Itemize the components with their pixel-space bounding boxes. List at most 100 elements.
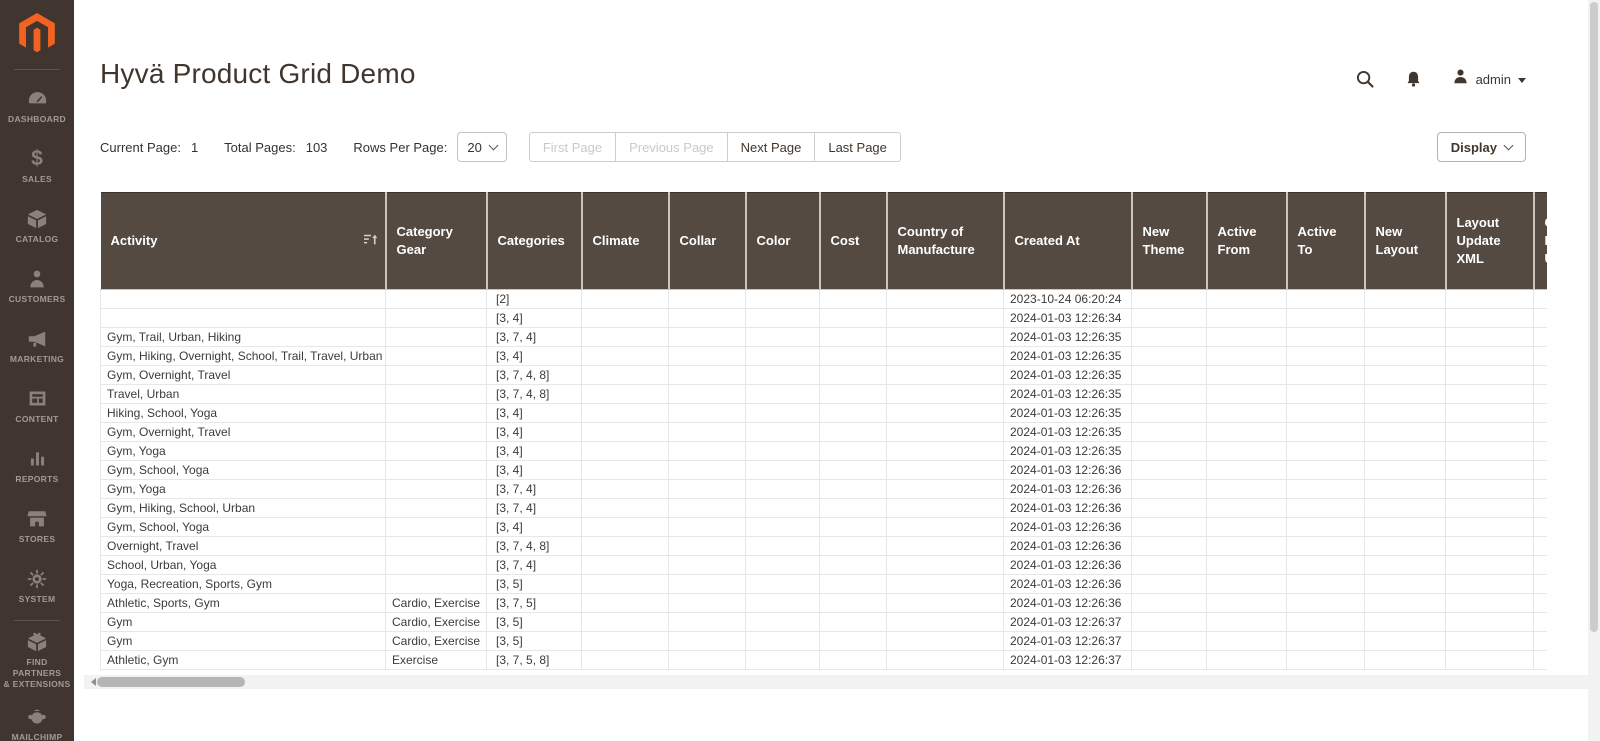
horizontal-scrollbar-thumb[interactable] bbox=[97, 677, 245, 687]
column-header-created-at[interactable]: Created At bbox=[1003, 192, 1133, 290]
column-header-custom-layout-update[interactable]: Custom Layout Update bbox=[1533, 192, 1547, 290]
cell-layout-update-xml bbox=[1445, 650, 1534, 670]
cell-active-to bbox=[1286, 308, 1365, 328]
column-header-cost[interactable]: Cost bbox=[819, 192, 888, 290]
column-header-new-layout[interactable]: New Layout bbox=[1364, 192, 1447, 290]
column-header-country-of-manufacture[interactable]: Country of Manufacture bbox=[886, 192, 1005, 290]
sidebar-item-system[interactable]: SYSTEM bbox=[0, 556, 74, 616]
sidebar-item-sales[interactable]: $ SALES bbox=[0, 136, 74, 196]
rows-per-page-select[interactable]: 20 bbox=[457, 132, 507, 162]
cell-created-at: 2024-01-03 12:26:36 bbox=[1003, 574, 1132, 594]
scroll-left-arrow-icon[interactable] bbox=[87, 678, 96, 686]
column-header-active-from[interactable]: Active From bbox=[1206, 192, 1288, 290]
cell-category-gear bbox=[385, 308, 487, 328]
cell-collar bbox=[668, 498, 746, 518]
cell-layout-update-xml bbox=[1445, 308, 1534, 328]
cell-activity: Gym, School, Yoga bbox=[100, 517, 386, 537]
sidebar-item-find-partners[interactable]: FIND PARTNERS & EXTENSIONS bbox=[0, 627, 74, 694]
cell-active-from bbox=[1206, 536, 1287, 556]
cell-active-from bbox=[1206, 403, 1287, 423]
cell-collar bbox=[668, 555, 746, 575]
cell-collar bbox=[668, 327, 746, 347]
sidebar-item-mailchimp[interactable]: MAILCHIMP bbox=[0, 694, 74, 741]
system-icon bbox=[26, 568, 48, 590]
sidebar-item-label: FIND PARTNERS & EXTENSIONS bbox=[3, 657, 71, 689]
column-header-layout-update-xml[interactable]: Layout Update XML bbox=[1445, 192, 1535, 290]
cell-climate bbox=[581, 346, 669, 366]
table-row: Athletic, Sports, Gym Cardio, Exercise [3,… bbox=[100, 593, 1547, 613]
cell-country-of-manufacture bbox=[886, 593, 1004, 613]
sidebar-item-dashboard[interactable]: DASHBOARD bbox=[0, 76, 74, 136]
cell-collar bbox=[668, 289, 746, 309]
vertical-scrollbar-thumb[interactable] bbox=[1590, 2, 1598, 632]
search-icon[interactable] bbox=[1356, 70, 1375, 89]
cell-custom-layout-update bbox=[1533, 536, 1547, 556]
cell-activity: Gym, Yoga bbox=[100, 441, 386, 461]
cell-new-theme bbox=[1131, 422, 1207, 442]
cell-activity: Gym, Hiking, School, Urban bbox=[100, 498, 386, 518]
cell-climate bbox=[581, 289, 669, 309]
cell-category-gear bbox=[385, 365, 487, 385]
cell-categories: [3, 7, 4, 8] bbox=[486, 365, 582, 385]
horizontal-scrollbar[interactable] bbox=[84, 675, 1588, 689]
table-row: Hiking, School, Yoga [3, 4] 2024-01-03 12:… bbox=[100, 403, 1547, 423]
sidebar-item-content[interactable]: CONTENT bbox=[0, 376, 74, 436]
cell-created-at: 2024-01-03 12:26:36 bbox=[1003, 593, 1132, 613]
cell-cost bbox=[819, 593, 887, 613]
cell-new-layout bbox=[1364, 593, 1446, 613]
sidebar-item-stores[interactable]: STORES bbox=[0, 496, 74, 556]
cell-cost bbox=[819, 384, 887, 404]
pager-button-next-page[interactable]: Next Page bbox=[726, 132, 816, 162]
cell-color bbox=[745, 574, 820, 594]
cell-custom-layout-update bbox=[1533, 441, 1547, 461]
column-header-active-to[interactable]: Active To bbox=[1286, 192, 1366, 290]
cell-layout-update-xml bbox=[1445, 346, 1534, 366]
cell-activity: Gym, Overnight, Travel bbox=[100, 422, 386, 442]
sort-asc-icon bbox=[363, 232, 378, 250]
cell-categories: [2] bbox=[486, 289, 582, 309]
vertical-scrollbar[interactable] bbox=[1588, 0, 1600, 741]
cell-collar bbox=[668, 612, 746, 632]
cell-active-to bbox=[1286, 365, 1365, 385]
cell-new-layout bbox=[1364, 441, 1446, 461]
account-menu[interactable]: admin bbox=[1452, 68, 1526, 90]
cell-custom-layout-update bbox=[1533, 422, 1547, 442]
sidebar-item-customers[interactable]: CUSTOMERS bbox=[0, 256, 74, 316]
column-header-activity[interactable]: Activity bbox=[100, 192, 387, 290]
sidebar-item-marketing[interactable]: MARKETING bbox=[0, 316, 74, 376]
cell-created-at: 2024-01-03 12:26:35 bbox=[1003, 384, 1132, 404]
pager-buttons: First Page Previous Page Next Page Last Pag… bbox=[528, 132, 901, 162]
column-header-new-theme[interactable]: New Theme bbox=[1131, 192, 1208, 290]
cell-created-at: 2024-01-03 12:26:36 bbox=[1003, 555, 1132, 575]
cell-active-to bbox=[1286, 346, 1365, 366]
cell-custom-layout-update bbox=[1533, 650, 1547, 670]
magento-logo-icon[interactable] bbox=[0, 0, 74, 65]
cell-new-theme bbox=[1131, 346, 1207, 366]
page-header: Hyvä Product Grid Demo admin bbox=[74, 0, 1600, 92]
cell-activity bbox=[100, 308, 386, 328]
cell-custom-layout-update bbox=[1533, 517, 1547, 537]
cell-created-at: 2024-01-03 12:26:37 bbox=[1003, 612, 1132, 632]
cell-created-at: 2024-01-03 12:26:35 bbox=[1003, 441, 1132, 461]
cell-layout-update-xml bbox=[1445, 327, 1534, 347]
display-columns-button[interactable]: Display bbox=[1436, 132, 1526, 162]
sidebar-item-catalog[interactable]: CATALOG bbox=[0, 196, 74, 256]
column-header-category-gear[interactable]: Category Gear bbox=[385, 192, 488, 290]
cell-color bbox=[745, 536, 820, 556]
column-header-categories[interactable]: Categories bbox=[486, 192, 583, 290]
pager-button-last-page[interactable]: Last Page bbox=[814, 132, 901, 162]
extensions-icon bbox=[26, 631, 48, 653]
column-header-color[interactable]: Color bbox=[745, 192, 821, 290]
column-header-climate[interactable]: Climate bbox=[581, 192, 670, 290]
cell-categories: [3, 4] bbox=[486, 422, 582, 442]
notifications-icon[interactable] bbox=[1405, 70, 1422, 88]
cell-created-at: 2024-01-03 12:26:35 bbox=[1003, 365, 1132, 385]
cell-new-theme bbox=[1131, 498, 1207, 518]
cell-new-theme bbox=[1131, 441, 1207, 461]
column-header-collar[interactable]: Collar bbox=[668, 192, 747, 290]
cell-category-gear: Cardio, Exercise bbox=[385, 631, 487, 651]
cell-custom-layout-update bbox=[1533, 384, 1547, 404]
cell-created-at: 2024-01-03 12:26:37 bbox=[1003, 631, 1132, 651]
sidebar-item-reports[interactable]: REPORTS bbox=[0, 436, 74, 496]
total-pages-label: Total Pages: bbox=[224, 139, 296, 155]
